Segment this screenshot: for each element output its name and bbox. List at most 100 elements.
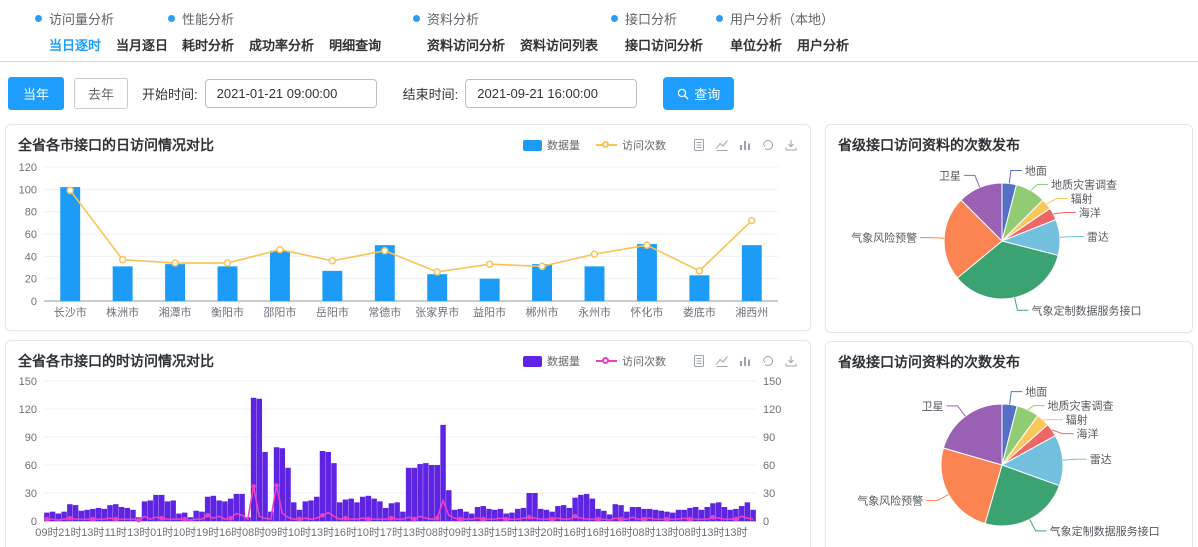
nav-group-4-item-1[interactable]: 接口访问分析 (625, 35, 703, 54)
svg-text:08时: 08时 (632, 526, 655, 539)
svg-text:80: 80 (25, 207, 37, 219)
end-time-input[interactable] (465, 79, 637, 108)
restore-icon[interactable] (761, 138, 775, 152)
legend-item-visit-count[interactable]: 访问次数 (596, 353, 666, 369)
bar-chart-icon[interactable] (738, 138, 752, 152)
svg-text:09时: 09时 (449, 526, 472, 539)
pie-label-5: 雷达 (1090, 453, 1112, 466)
pie-label-4: 海洋 (1077, 427, 1099, 441)
current-year-button[interactable]: 当年 (8, 77, 64, 110)
hourly-chart-card: 全省各市接口的时访问情况对比 数据量访问次数 00303060609090120… (5, 340, 811, 547)
download-icon[interactable] (784, 354, 798, 368)
svg-text:13时: 13时 (311, 526, 334, 539)
svg-text:邵阳市: 邵阳市 (263, 305, 296, 319)
daily-chart-card: 全省各市接口的日访问情况对比 数据量访问次数 020406080100120长沙… (5, 124, 811, 331)
line-series-swatch (596, 140, 617, 151)
hourly-chart-title: 全省各市接口的时访问情况对比 (18, 351, 214, 371)
pie-card-2: 省级接口访问资料的次数发布 地面地质灾害调查辐射海洋雷达气象定制数据服务接口气象… (825, 341, 1193, 547)
nav-group-2: 性能分析耗时分析成功率分析明细查询 (168, 9, 413, 54)
main-content: 全省各市接口的日访问情况对比 数据量访问次数 020406080100120长沙… (0, 120, 1198, 547)
pie-label-1: 地面 (1025, 165, 1047, 178)
svg-text:16时: 16时 (586, 526, 609, 539)
nav-group-2-title: 性能分析 (168, 9, 413, 28)
svg-text:150: 150 (763, 376, 781, 388)
daily-chart-title: 全省各市接口的日访问情况对比 (18, 135, 214, 155)
nav-group-1-title: 访问量分析 (35, 9, 168, 28)
svg-text:常德市: 常德市 (368, 305, 401, 319)
pie-label-7: 气象风险预警 (851, 231, 917, 245)
svg-text:120: 120 (763, 404, 781, 416)
nav-group-3-item-2[interactable]: 资料访问列表 (520, 35, 598, 54)
nav-group-5-item-2[interactable]: 用户分析 (797, 35, 849, 54)
nav-group-3-item-1[interactable]: 资料访问分析 (427, 35, 505, 54)
legend-item-data-volume[interactable]: 数据量 (523, 137, 580, 153)
pie-label-1: 地面 (1025, 386, 1047, 399)
line-chart-icon[interactable] (715, 138, 729, 152)
svg-text:20时: 20时 (541, 526, 564, 539)
start-time-input[interactable] (205, 79, 377, 108)
svg-text:150: 150 (19, 376, 37, 388)
svg-text:16时: 16时 (609, 526, 632, 539)
svg-text:15时: 15时 (495, 526, 518, 539)
nav-group-5-item-1[interactable]: 单位分析 (730, 35, 782, 54)
nav-bullet-icon (35, 15, 42, 22)
nav-group-5: 用户分析（本地） 单位分析用户分析 (716, 9, 849, 54)
svg-text:08时: 08时 (678, 526, 701, 539)
pie-label-8: 卫星 (922, 400, 944, 413)
hourly-chart-legend: 数据量访问次数 (523, 353, 666, 369)
pie-1-title: 省级接口访问资料的次数发布 (838, 135, 1020, 155)
nav-group-2-item-2[interactable]: 成功率分析 (249, 35, 314, 54)
pie-label-3: 辐射 (1071, 192, 1093, 206)
svg-text:永州市: 永州市 (578, 305, 611, 319)
svg-text:13时: 13时 (81, 526, 104, 539)
restore-icon[interactable] (761, 354, 775, 368)
data-view-icon[interactable] (692, 354, 706, 368)
svg-text:19时: 19时 (196, 526, 219, 539)
nav-group-1-item-2[interactable]: 当月逐日 (116, 35, 168, 54)
svg-text:娄底市: 娄底市 (683, 305, 716, 319)
nav-bullet-icon (168, 15, 175, 22)
svg-text:张家界市: 张家界市 (415, 305, 459, 319)
svg-text:16时: 16时 (564, 526, 587, 539)
svg-text:90: 90 (763, 432, 775, 444)
last-year-button[interactable]: 去年 (74, 78, 128, 109)
search-icon (677, 88, 689, 100)
svg-text:100: 100 (19, 184, 37, 196)
data-view-icon[interactable] (692, 138, 706, 152)
nav-group-1-item-1[interactable]: 当日逐时 (49, 35, 101, 54)
svg-text:10时: 10时 (288, 526, 311, 539)
pie-2-canvas: 地面地质灾害调查辐射海洋雷达气象定制数据服务接口气象风险预警卫星 (826, 372, 1178, 547)
query-button[interactable]: 查询 (663, 77, 734, 110)
svg-text:30: 30 (763, 488, 775, 500)
daily-chart-canvas: 020406080100120长沙市株洲市湘潭市衡阳市邵阳市岳阳市常德市张家界市… (6, 155, 802, 325)
legend-item-data-volume[interactable]: 数据量 (523, 353, 580, 369)
nav-bullet-icon (413, 15, 420, 22)
svg-text:13时: 13时 (472, 526, 495, 539)
nav-group-3: 资料分析资料访问分析资料访问列表 (413, 9, 611, 54)
svg-text:120: 120 (19, 162, 37, 174)
svg-text:09时: 09时 (35, 526, 58, 539)
nav-group-5-title: 用户分析（本地） (716, 9, 849, 28)
svg-text:21时: 21时 (58, 526, 81, 539)
pie-label-8: 卫星 (939, 169, 961, 182)
pie-label-4: 海洋 (1079, 206, 1101, 220)
svg-text:10时: 10时 (173, 526, 196, 539)
svg-text:08时: 08时 (242, 526, 265, 539)
pie-label-2: 地质灾害调查 (1051, 178, 1117, 192)
nav-group-3-title: 资料分析 (413, 9, 611, 28)
line-chart-icon[interactable] (715, 354, 729, 368)
nav-group-2-item-3[interactable]: 明细查询 (329, 35, 381, 54)
bar-chart-icon[interactable] (738, 354, 752, 368)
filter-bar: 当年 去年 开始时间: 结束时间: 查询 (0, 62, 1198, 120)
svg-text:20: 20 (25, 274, 37, 286)
svg-text:0: 0 (763, 516, 769, 528)
svg-text:10时: 10时 (357, 526, 380, 539)
nav-group-4: 接口分析接口访问分析 (611, 9, 716, 54)
download-icon[interactable] (784, 138, 798, 152)
svg-text:30: 30 (25, 488, 37, 500)
nav-group-2-item-1[interactable]: 耗时分析 (182, 35, 234, 54)
svg-text:120: 120 (19, 404, 37, 416)
pie-label-3: 辐射 (1066, 413, 1088, 427)
legend-item-visit-count[interactable]: 访问次数 (596, 137, 666, 153)
svg-text:60: 60 (25, 229, 37, 241)
